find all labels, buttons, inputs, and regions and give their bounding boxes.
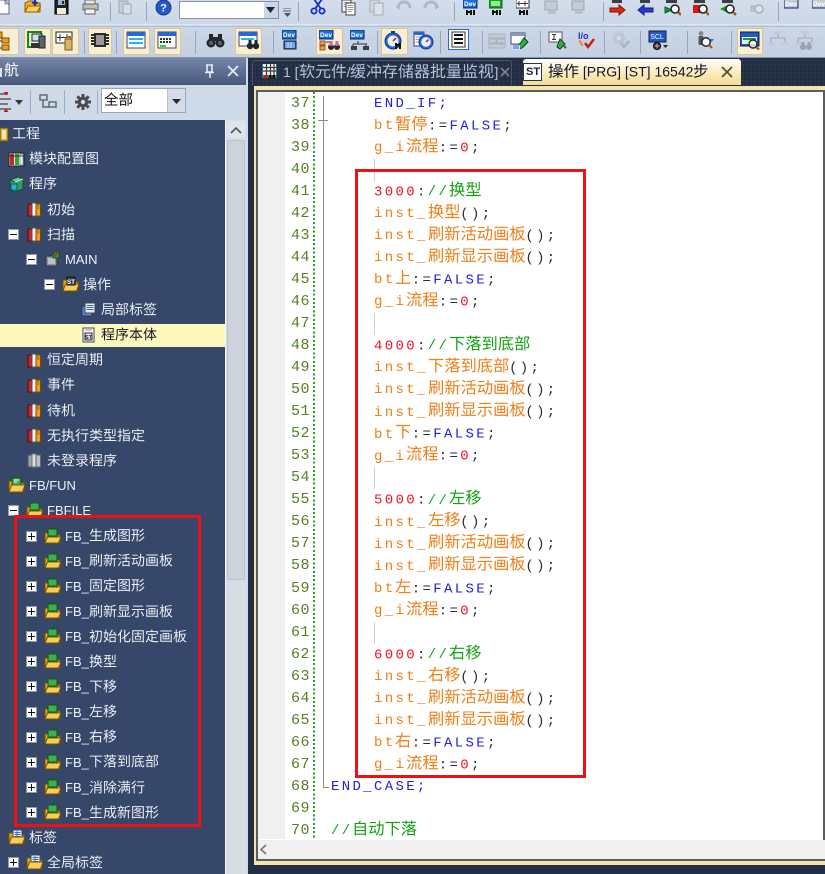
svg-text:SCL: SCL — [650, 34, 664, 41]
svg-text:Dev: Dev — [320, 32, 332, 39]
svg-text:Dev: Dev — [351, 32, 363, 39]
svg-text:Dev: Dev — [283, 32, 295, 39]
svg-text:ST: ST — [67, 279, 75, 286]
svg-text:Dev: Dev — [813, 1, 825, 8]
svg-text:Dev: Dev — [785, 1, 797, 8]
svg-text:ST: ST — [85, 335, 93, 341]
svg-text:Dev: Dev — [464, 1, 476, 8]
svg-text:I/o: I/o — [578, 31, 589, 41]
svg-text:?: ? — [160, 3, 167, 15]
